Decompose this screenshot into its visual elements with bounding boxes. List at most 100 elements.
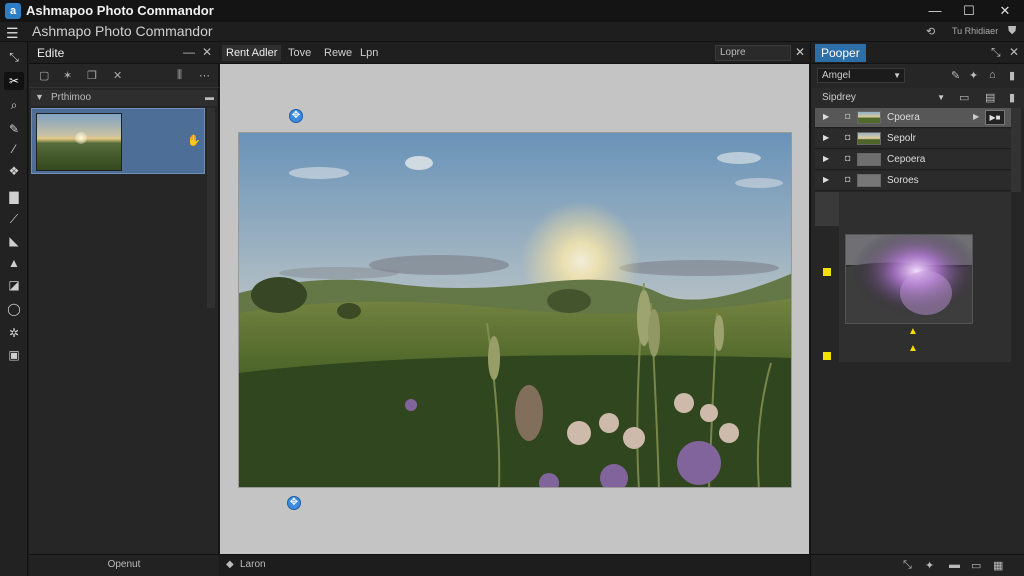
section-header[interactable]: ▼ Prthimoo ▬ xyxy=(31,90,217,106)
shape-icon[interactable]: ▲ xyxy=(4,254,24,272)
crop-icon[interactable]: ✂ xyxy=(4,72,24,90)
layers-icon[interactable]: ◆ xyxy=(226,559,234,570)
expand-icon[interactable]: ▶ xyxy=(823,154,829,163)
meadow-photo xyxy=(239,133,791,487)
edit-scrollbar[interactable] xyxy=(207,108,215,308)
layer-toggle-button[interactable]: ▶■ xyxy=(985,110,1005,125)
grid-icon[interactable]: ▦ xyxy=(993,559,1003,572)
bottom-handle-icon[interactable]: ✥ xyxy=(287,496,301,510)
shield-icon[interactable]: ⛊ xyxy=(1008,25,1016,38)
filter-dropdown[interactable]: Sipdrey ▼ xyxy=(817,90,949,105)
brush-icon[interactable]: ✎ xyxy=(4,120,24,138)
main-photo[interactable] xyxy=(238,132,792,488)
filter-row: Sipdrey ▼ ▭ ▤ ▮ xyxy=(811,88,1024,108)
wand-icon[interactable]: ✶ xyxy=(63,69,72,82)
canvas-area: Rent Adler Tove Rewe Lpn Lopre ✕ ✥ ✥ ◆ L… xyxy=(220,42,809,576)
collapse-icon[interactable]: ⤡ xyxy=(4,48,24,66)
edit-footer: Openut xyxy=(29,554,219,576)
effects-icon[interactable]: ✲ xyxy=(4,324,24,342)
lasso-icon[interactable]: ◯ xyxy=(4,300,24,318)
copy-icon[interactable]: ❐ xyxy=(87,69,97,82)
dropper-icon[interactable]: ⁄ xyxy=(4,140,24,158)
edit-tab[interactable]: Edite — ✕ xyxy=(29,42,219,64)
mini-slider[interactable] xyxy=(815,192,839,226)
close-icon[interactable]: ✕ xyxy=(795,45,805,59)
zoom-icon[interactable]: ⌕ xyxy=(4,96,24,114)
more-icon[interactable]: ⋯ xyxy=(199,69,210,82)
options-icon[interactable]: ▮ xyxy=(1009,91,1015,104)
status-label: Laron xyxy=(240,559,266,570)
visibility-icon[interactable]: ◘ xyxy=(845,132,850,142)
app-logo-icon: a xyxy=(5,3,21,19)
trash-icon[interactable]: ▮ xyxy=(1009,69,1015,82)
text-icon[interactable]: ▣ xyxy=(4,346,24,364)
visibility-icon[interactable]: ◘ xyxy=(845,153,850,163)
comment-icon[interactable]: ▬ xyxy=(949,559,960,571)
note-icon[interactable]: ▇ xyxy=(4,188,24,206)
thumbnail-image[interactable] xyxy=(36,113,122,171)
tools-icon[interactable]: ✕ xyxy=(113,69,122,82)
pencil-icon[interactable]: ✎ xyxy=(951,69,960,82)
edit-toolbar: ▢ ✶ ❐ ✕ ⫼ ⋯ xyxy=(29,64,219,88)
visibility-icon[interactable]: ◘ xyxy=(845,174,850,184)
layer-name: Soroes xyxy=(887,175,919,186)
tab-3[interactable]: Lpn xyxy=(356,45,382,61)
new-layer-icon[interactable]: ▭ xyxy=(959,91,969,104)
chevron-down-icon: ▼ xyxy=(893,71,901,80)
panel-close-icon[interactable]: ✕ xyxy=(202,45,212,59)
layer-row[interactable]: ▶ ◘ Soroes xyxy=(815,171,1011,191)
play-icon[interactable]: ▶ xyxy=(973,112,979,121)
lock-icon[interactable]: ⌂ xyxy=(989,69,996,81)
save-icon[interactable]: ▤ xyxy=(985,91,995,104)
menu-icon[interactable]: ☰ xyxy=(6,25,19,42)
section-label: Prthimoo xyxy=(51,92,92,103)
frame-icon[interactable]: ▢ xyxy=(39,69,49,82)
selected-thumbnail-row[interactable] xyxy=(31,108,205,174)
levels-icon[interactable]: ⫼ xyxy=(177,69,182,82)
layer-row[interactable]: ▶ ◘ Cepoera xyxy=(815,150,1011,170)
layer-icon[interactable]: ◪ xyxy=(4,276,24,294)
layer-thumbnail xyxy=(857,132,881,145)
arrow-up-icon[interactable]: ▲ xyxy=(908,326,918,337)
expand-icon[interactable]: ⤡ xyxy=(991,45,1001,60)
blend-dropdown[interactable]: Amgel ▼ xyxy=(817,68,905,83)
top-handle-icon[interactable]: ✥ xyxy=(289,109,303,123)
minimize-button[interactable]: — xyxy=(922,2,948,20)
close-icon[interactable]: ✕ xyxy=(1009,45,1019,59)
marker-icon[interactable] xyxy=(823,352,831,360)
tool-bar: ⤡ ✂ ⌕ ✎ ⁄ ❖ ▇ ⟋ ◣ ▲ ◪ ◯ ✲ ▣ xyxy=(0,42,28,576)
tag-icon[interactable]: ✦ xyxy=(925,559,934,572)
fill-icon[interactable]: ◣ xyxy=(4,232,24,250)
crop-icon[interactable]: ⤡ xyxy=(903,559,912,572)
magic-icon[interactable]: ✦ xyxy=(969,69,978,82)
blend-row: Amgel ▼ ✎ ✦ ⌂ ▮ xyxy=(811,66,1024,86)
layer-row[interactable]: ▶ ◘ Cpoera ▶ ▶■ xyxy=(815,108,1011,128)
search-input[interactable]: Lopre xyxy=(715,45,791,61)
clone-icon[interactable]: ❖ xyxy=(4,162,24,180)
panel-minimize-icon[interactable]: — xyxy=(183,45,195,59)
expand-icon[interactable]: ▶ xyxy=(823,133,829,142)
preview-image xyxy=(846,235,972,323)
line-icon[interactable]: ⟋ xyxy=(4,210,24,228)
edit-panel: Edite — ✕ ▢ ✶ ❐ ✕ ⫼ ⋯ ▼ Prthimoo ▬ ✋ Ope… xyxy=(29,42,219,576)
tab-2[interactable]: Rewe xyxy=(320,45,356,61)
tab-1[interactable]: Tove xyxy=(284,45,315,61)
tab-0[interactable]: Rent Adler xyxy=(222,45,282,61)
marker-icon[interactable] xyxy=(823,268,831,276)
visibility-icon[interactable]: ◘ xyxy=(845,111,850,121)
close-button[interactable]: ✕ xyxy=(992,2,1018,20)
expand-icon[interactable]: ▶ xyxy=(823,112,829,121)
section-menu-icon[interactable]: ▬ xyxy=(205,92,214,102)
folder-icon[interactable]: ▭ xyxy=(971,559,981,572)
filter-value: Sipdrey xyxy=(822,92,856,103)
sync-icon[interactable]: ⟲ xyxy=(926,25,935,38)
layer-row[interactable]: ▶ ◘ Sepolr xyxy=(815,129,1011,149)
layers-scrollbar[interactable] xyxy=(1011,108,1021,192)
effect-preview[interactable] xyxy=(845,234,973,324)
maximize-button[interactable]: ☐ xyxy=(956,2,982,20)
expand-icon[interactable]: ▶ xyxy=(823,175,829,184)
arrow-up-icon[interactable]: ▲ xyxy=(908,343,918,354)
blend-value: Amgel xyxy=(822,70,851,81)
properties-tab[interactable]: Pooper ⤡ ✕ xyxy=(811,42,1024,64)
open-button[interactable]: Openut xyxy=(29,559,219,570)
